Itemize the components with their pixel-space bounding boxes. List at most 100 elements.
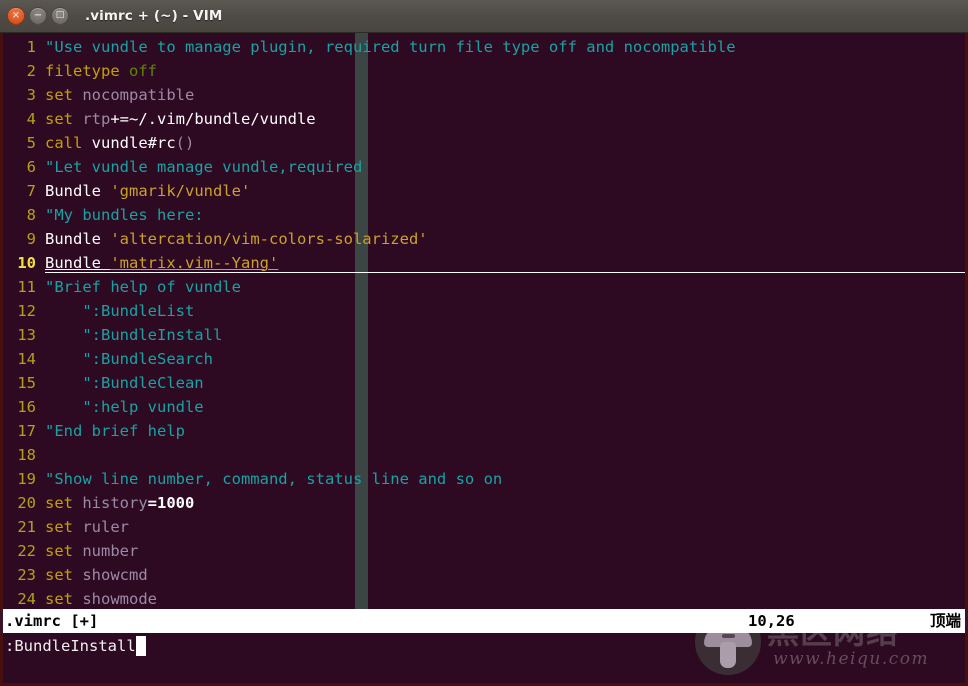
editor-line[interactable]: 14 ":BundleSearch bbox=[3, 347, 965, 371]
token-comment: "Use vundle to manage plugin, required t… bbox=[45, 38, 736, 56]
line-content: ":BundleSearch bbox=[45, 347, 965, 371]
minimize-button[interactable]: − bbox=[29, 7, 47, 25]
maximize-icon: □ bbox=[55, 10, 65, 20]
token-string: 'altercation/vim-colors-solarized' bbox=[110, 230, 428, 248]
token-stmt: set bbox=[45, 542, 73, 560]
editor-line[interactable]: 4 set rtp+=~/.vim/bundle/vundle bbox=[3, 107, 965, 131]
token-ident: Bundle bbox=[45, 182, 101, 200]
token-option: number bbox=[82, 542, 139, 560]
token-norm bbox=[73, 566, 82, 584]
line-content: ":BundleClean bbox=[45, 371, 965, 395]
token-string: 'matrix.vim--Yang' bbox=[110, 254, 279, 272]
token-norm bbox=[73, 518, 82, 536]
line-number: 15 bbox=[17, 374, 36, 392]
editor-line[interactable]: 19 "Show line number, command, status lin… bbox=[3, 467, 965, 491]
token-ident: vundle#rc bbox=[91, 134, 176, 152]
token-ident: Bundle bbox=[45, 254, 101, 272]
line-number: 16 bbox=[17, 398, 36, 416]
line-number: 23 bbox=[17, 566, 36, 584]
line-number: 1 bbox=[26, 38, 36, 56]
status-filename: .vimrc [+] bbox=[5, 612, 99, 630]
token-const: off bbox=[129, 62, 157, 80]
line-content: set showmode bbox=[45, 587, 965, 609]
editor-line[interactable]: 7 Bundle 'gmarik/vundle' bbox=[3, 179, 965, 203]
token-stmt: set bbox=[45, 566, 73, 584]
editor-line[interactable]: 9 Bundle 'altercation/vim-colors-solarize… bbox=[3, 227, 965, 251]
token-comment: ":BundleClean bbox=[45, 374, 204, 392]
editor-line[interactable]: 20 set history=1000 bbox=[3, 491, 965, 515]
line-number: 19 bbox=[17, 470, 36, 488]
line-number: 2 bbox=[26, 62, 36, 80]
status-ruler: 10,26 bbox=[748, 612, 795, 630]
line-content: set history=1000 bbox=[45, 491, 965, 515]
token-option: rtp bbox=[82, 110, 111, 128]
vim-window: × − □ .vimrc + (~) - VIM 1 "Use vundle to… bbox=[0, 0, 968, 686]
editor-line[interactable]: 6 "Let vundle manage vundle,required bbox=[3, 155, 965, 179]
token-norm bbox=[73, 590, 82, 608]
maximize-button[interactable]: □ bbox=[51, 7, 69, 25]
command-line[interactable]: :BundleInstall bbox=[5, 633, 146, 659]
token-stmt: set bbox=[45, 110, 73, 128]
line-number: 11 bbox=[17, 278, 36, 296]
line-content: ":help vundle bbox=[45, 395, 965, 419]
editor-area[interactable]: 1 "Use vundle to manage plugin, required … bbox=[0, 33, 968, 609]
line-content: set rtp+=~/.vim/bundle/vundle bbox=[45, 107, 965, 131]
editor-line[interactable]: 16 ":help vundle bbox=[3, 395, 965, 419]
editor-line[interactable]: 3 set nocompatible bbox=[3, 83, 965, 107]
line-number: 17 bbox=[17, 422, 36, 440]
command-cursor bbox=[135, 636, 146, 656]
token-comment: "Brief help of vundle bbox=[45, 278, 241, 296]
token-comment: "Show line number, command, status line … bbox=[45, 470, 503, 488]
editor-line[interactable]: 5 call vundle#rc() bbox=[3, 131, 965, 155]
editor-line[interactable]: 22 set number bbox=[3, 539, 965, 563]
editor-line[interactable]: 11 "Brief help of vundle bbox=[3, 275, 965, 299]
editor-line[interactable]: 8 "My bundles here: bbox=[3, 203, 965, 227]
token-paren: () bbox=[175, 134, 195, 152]
editor-line[interactable]: 15 ":BundleClean bbox=[3, 371, 965, 395]
token-comment: "My bundles here: bbox=[45, 206, 204, 224]
token-norm bbox=[73, 494, 82, 512]
editor-line[interactable]: 18 bbox=[3, 443, 965, 467]
token-option: showmode bbox=[82, 590, 157, 608]
editor-line[interactable]: 21 set ruler bbox=[3, 515, 965, 539]
editor-line[interactable]: 12 ":BundleList bbox=[3, 299, 965, 323]
token-stmt: set bbox=[45, 494, 73, 512]
mushroom-stem-icon bbox=[720, 642, 736, 668]
token-norm bbox=[101, 254, 110, 272]
editor-line[interactable]: 17 "End brief help bbox=[3, 419, 965, 443]
status-position: 顶端 bbox=[929, 612, 961, 630]
line-number: 14 bbox=[17, 350, 36, 368]
token-norm bbox=[101, 182, 110, 200]
editor-line[interactable]: 10 Bundle 'matrix.vim--Yang' bbox=[3, 251, 965, 275]
token-comment: "Let vundle manage vundle,required bbox=[45, 158, 363, 176]
token-stmt: filetype bbox=[45, 62, 120, 80]
token-comment: ":BundleList bbox=[45, 302, 195, 320]
token-comment: "End brief help bbox=[45, 422, 185, 440]
token-option: nocompatible bbox=[82, 86, 195, 104]
token-norm bbox=[73, 110, 82, 128]
editor-line[interactable]: 2 filetype off bbox=[3, 59, 965, 83]
editor-line[interactable]: 13 ":BundleInstall bbox=[3, 323, 965, 347]
token-stmt: set bbox=[45, 86, 73, 104]
line-content: "Let vundle manage vundle,required bbox=[45, 155, 965, 179]
minimize-icon: − bbox=[33, 9, 43, 21]
line-number: 9 bbox=[26, 230, 36, 248]
token-comment: ":BundleSearch bbox=[45, 350, 213, 368]
status-line: .vimrc [+] 10,26 顶端 bbox=[3, 609, 965, 633]
line-number: 13 bbox=[17, 326, 36, 344]
token-option: history bbox=[82, 494, 148, 512]
line-number: 10 bbox=[17, 254, 36, 272]
line-content: "Brief help of vundle bbox=[45, 275, 965, 299]
window-title: .vimrc + (~) - VIM bbox=[85, 8, 223, 24]
line-number: 8 bbox=[26, 206, 36, 224]
text-buffer[interactable]: 1 "Use vundle to manage plugin, required … bbox=[3, 33, 965, 609]
watermark-url: www.heiqu.com bbox=[773, 649, 930, 669]
close-button[interactable]: × bbox=[7, 7, 25, 25]
line-content: set number bbox=[45, 539, 965, 563]
editor-line[interactable]: 24 set showmode bbox=[3, 587, 965, 609]
close-icon: × bbox=[11, 9, 21, 21]
line-content: Bundle 'matrix.vim--Yang' bbox=[45, 251, 965, 275]
editor-line[interactable]: 23 set showcmd bbox=[3, 563, 965, 587]
command-line-area[interactable]: :BundleInstall 黑区网络 www.heiqu.com bbox=[0, 609, 968, 686]
editor-line[interactable]: 1 "Use vundle to manage plugin, required … bbox=[3, 35, 965, 59]
